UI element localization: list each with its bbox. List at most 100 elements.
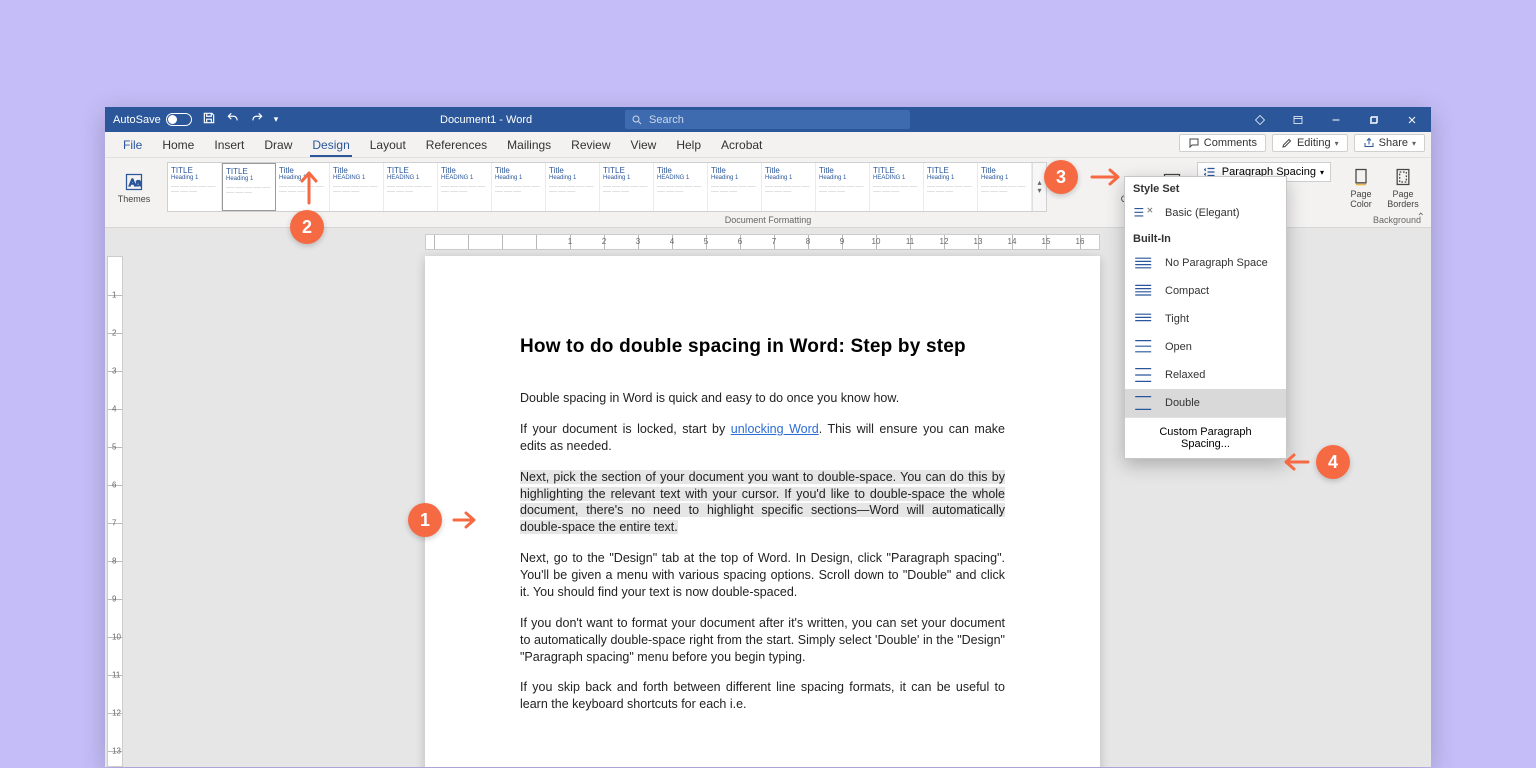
- dropdown-item-basic-elegant[interactable]: Basic (Elegant): [1125, 199, 1286, 227]
- dropdown-item-custom[interactable]: Custom Paragraph Spacing...: [1125, 417, 1286, 458]
- diamond-icon[interactable]: [1241, 107, 1279, 132]
- dropdown-item-label: Compact: [1165, 285, 1209, 297]
- callout-4: 4: [1316, 445, 1350, 479]
- horizontal-ruler[interactable]: 12345678910111213141516: [425, 234, 1100, 250]
- title-bar: AutoSave ▾ Document1 - Word Search: [105, 107, 1431, 132]
- tab-mailings[interactable]: Mailings: [497, 132, 561, 158]
- maximize-icon[interactable]: [1355, 107, 1393, 132]
- tab-references[interactable]: References: [416, 132, 497, 158]
- comment-icon: [1188, 137, 1200, 149]
- callout-3: 3: [1044, 160, 1078, 194]
- spacing-icon: [1133, 255, 1155, 271]
- share-button[interactable]: Share▾: [1354, 134, 1425, 152]
- style-card[interactable]: TitleHeading 1—— —— —— —— —— —— —— ——: [978, 163, 1032, 211]
- doc-paragraph-highlighted: Next, pick the section of your document …: [520, 469, 1005, 537]
- tab-file[interactable]: File: [113, 132, 152, 158]
- comments-button[interactable]: Comments: [1179, 134, 1266, 152]
- spacing-icon: [1133, 367, 1155, 383]
- tab-draw[interactable]: Draw: [254, 132, 302, 158]
- arrow-left-icon: [1278, 451, 1310, 473]
- style-card[interactable]: TITLEHeading 1—— —— —— —— —— —— —— ——: [924, 163, 978, 211]
- style-card[interactable]: TITLEHeading 1—— —— —— —— —— —— —— ——: [168, 163, 222, 211]
- themes-group: Aa Themes: [111, 162, 157, 228]
- themes-button[interactable]: Aa Themes: [115, 162, 153, 214]
- tab-layout[interactable]: Layout: [360, 132, 416, 158]
- page-borders-icon: [1393, 167, 1413, 187]
- ribbon-display-icon[interactable]: [1279, 107, 1317, 132]
- highlighted-text: Next, pick the section of your document …: [520, 470, 1005, 535]
- dropdown-item-label: Relaxed: [1165, 369, 1205, 381]
- callout-2: 2: [290, 210, 324, 244]
- page-color-button[interactable]: Page Color: [1341, 162, 1381, 214]
- qat-dropdown-icon[interactable]: ▾: [274, 114, 279, 125]
- tab-review[interactable]: Review: [561, 132, 620, 158]
- doc-formatting-label: Document Formatting: [725, 215, 812, 225]
- style-card[interactable]: TitleHeading 1—— —— —— —— —— —— —— ——: [546, 163, 600, 211]
- chevron-down-icon: ▾: [1335, 139, 1339, 148]
- callout-1: 1: [408, 503, 442, 537]
- dropdown-item-no-paragraph-space[interactable]: No Paragraph Space: [1125, 249, 1286, 277]
- style-card[interactable]: TITLEHEADING 1—— —— —— —— —— —— —— ——: [384, 163, 438, 211]
- tab-view[interactable]: View: [621, 132, 667, 158]
- page-borders-button[interactable]: Page Borders: [1381, 162, 1425, 214]
- dropdown-item-tight[interactable]: Tight: [1125, 305, 1286, 333]
- page-borders-label: Page Borders: [1381, 189, 1425, 209]
- toggle-switch-icon[interactable]: [166, 113, 192, 126]
- style-card[interactable]: TitleHEADING 1—— —— —— —— —— —— —— ——: [330, 163, 384, 211]
- style-card[interactable]: TitleHEADING 1—— —— —— —— —— —— —— ——: [438, 163, 492, 211]
- tab-home[interactable]: Home: [152, 132, 204, 158]
- close-icon[interactable]: [1393, 107, 1431, 132]
- style-card[interactable]: TitleHeading 1—— —— —— —— —— —— —— ——: [708, 163, 762, 211]
- themes-icon: Aa: [124, 172, 144, 192]
- dropdown-item-compact[interactable]: Compact: [1125, 277, 1286, 305]
- doc-heading: How to do double spacing in Word: Step b…: [520, 336, 1005, 358]
- save-icon[interactable]: [202, 111, 216, 128]
- editing-label: Editing: [1297, 137, 1331, 149]
- vertical-ruler[interactable]: 1234567891011121314: [107, 256, 123, 767]
- dropdown-item-label: Basic (Elegant): [1165, 207, 1240, 219]
- page-color-icon: [1351, 167, 1371, 187]
- tab-design[interactable]: Design: [302, 132, 359, 158]
- style-card[interactable]: TITLEHeading 1—— —— —— —— —— —— —— ——: [222, 163, 276, 211]
- doc-paragraph: Next, go to the "Design" tab at the top …: [520, 550, 1005, 601]
- minimize-icon[interactable]: [1317, 107, 1355, 132]
- style-card[interactable]: TitleHeading 1—— —— —— —— —— —— —— ——: [816, 163, 870, 211]
- style-card[interactable]: TitleHeading 1—— —— —— —— —— —— —— ——: [762, 163, 816, 211]
- search-box[interactable]: Search: [625, 110, 910, 129]
- text: If your document is locked, start by: [520, 422, 731, 436]
- share-label: Share: [1379, 137, 1408, 149]
- chevron-down-icon: ▾: [1320, 168, 1324, 177]
- dropdown-item-label: Double: [1165, 397, 1200, 409]
- pencil-icon: [1281, 137, 1293, 149]
- style-card[interactable]: TITLEHEADING 1—— —— —— —— —— —— —— ——: [870, 163, 924, 211]
- document-page[interactable]: How to do double spacing in Word: Step b…: [425, 256, 1100, 767]
- dropdown-item-open[interactable]: Open: [1125, 333, 1286, 361]
- style-card[interactable]: TITLEHeading 1—— —— —— —— —— —— —— ——: [600, 163, 654, 211]
- style-card[interactable]: TitleHeading 1—— —— —— —— —— —— —— ——: [492, 163, 546, 211]
- redo-icon[interactable]: [250, 111, 264, 128]
- arrow-right-icon: [452, 509, 480, 531]
- tab-insert[interactable]: Insert: [204, 132, 254, 158]
- undo-icon[interactable]: [226, 111, 240, 128]
- editing-button[interactable]: Editing ▾: [1272, 134, 1348, 152]
- dropdown-item-label: No Paragraph Space: [1165, 257, 1268, 269]
- doc-paragraph: If you don't want to format your documen…: [520, 615, 1005, 666]
- ribbon-tabs: File Home Insert Draw Design Layout Refe…: [105, 132, 1431, 158]
- dropdown-item-relaxed[interactable]: Relaxed: [1125, 361, 1286, 389]
- page-color-label: Page Color: [1341, 189, 1381, 209]
- style-card[interactable]: TitleHEADING 1—— —— —— —— —— —— —— ——: [654, 163, 708, 211]
- tab-help[interactable]: Help: [666, 132, 711, 158]
- background-group-label: Background: [1373, 215, 1421, 225]
- arrow-right-icon: [1090, 166, 1124, 188]
- collapse-ribbon-icon[interactable]: ⌃: [1417, 212, 1425, 223]
- unlocking-word-link[interactable]: unlocking Word: [731, 422, 819, 436]
- tab-acrobat[interactable]: Acrobat: [711, 132, 772, 158]
- dropdown-item-double[interactable]: Double: [1125, 389, 1286, 417]
- autosave-toggle[interactable]: AutoSave: [113, 113, 192, 126]
- gallery-expand-button[interactable]: ▴▾: [1032, 163, 1046, 211]
- paragraph-spacing-dropdown: Style Set Basic (Elegant) Built-In No Pa…: [1124, 176, 1287, 459]
- dropdown-item-label: Tight: [1165, 313, 1189, 325]
- share-icon: [1363, 137, 1375, 149]
- spacing-icon: [1133, 311, 1155, 327]
- svg-text:Aa: Aa: [129, 178, 142, 189]
